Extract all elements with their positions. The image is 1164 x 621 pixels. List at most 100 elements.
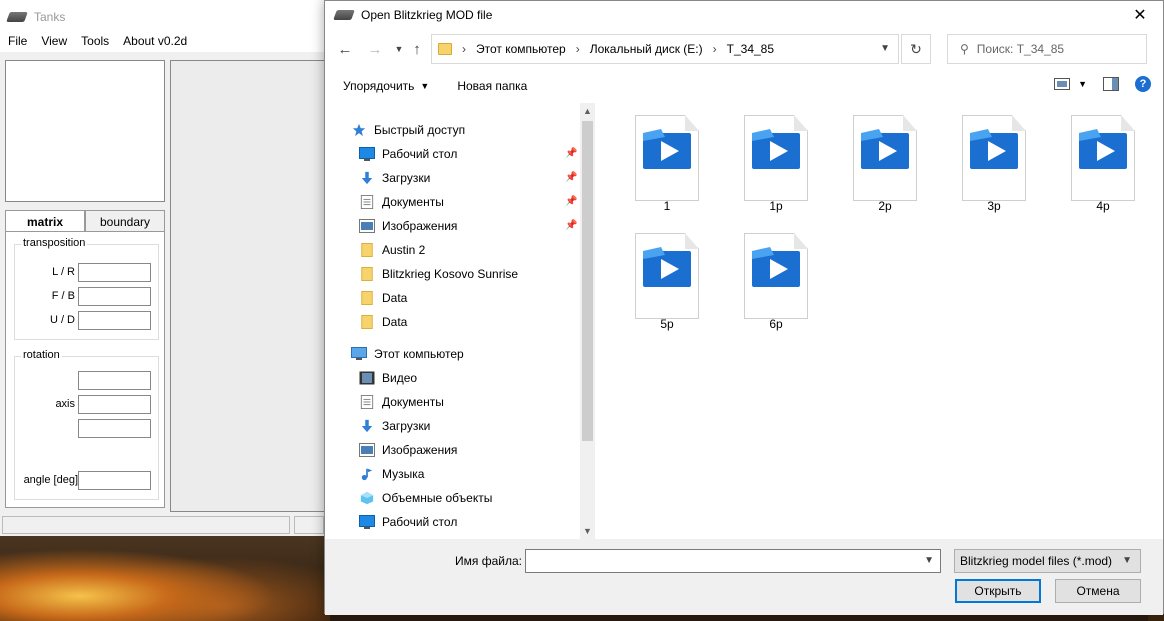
breadcrumb-drive[interactable]: Локальный диск (E:) <box>590 42 703 56</box>
axis-z-input[interactable] <box>78 419 151 438</box>
transposition-group: transposition L / R F / B U / D <box>14 237 159 340</box>
menu-file[interactable]: File <box>8 34 27 52</box>
file-item[interactable]: 5p <box>617 221 707 333</box>
breadcrumb-folder[interactable]: T_34_85 <box>727 42 774 56</box>
view-mode-button[interactable]: ▼ <box>1054 78 1087 90</box>
folder-icon <box>359 291 375 305</box>
breadcrumb-separator-icon: › <box>462 42 466 56</box>
main-viewport[interactable] <box>170 60 329 512</box>
file-item[interactable]: 6p <box>726 221 816 333</box>
file-type-value: Blitzkrieg model files (*.mod) <box>960 554 1113 568</box>
nav-item[interactable]: Загрузки <box>359 167 430 189</box>
pin-icon[interactable]: 📌 <box>565 172 577 183</box>
pictures-icon <box>359 219 375 233</box>
close-icon[interactable]: ✕ <box>1117 1 1163 29</box>
search-input[interactable]: ⚲ Поиск: T_34_85 <box>947 34 1147 64</box>
nav-item[interactable]: Blitzkrieg Kosovo Sunrise <box>359 263 518 285</box>
star-icon <box>352 123 366 137</box>
file-item[interactable]: 1p <box>726 103 816 215</box>
help-icon[interactable]: ? <box>1135 76 1151 92</box>
file-item[interactable]: 3p <box>944 103 1034 215</box>
pin-icon[interactable]: 📌 <box>565 148 577 159</box>
forward-arrow-icon[interactable]: → <box>365 39 385 59</box>
nav-item[interactable]: Рабочий стол <box>359 511 457 533</box>
lr-input[interactable] <box>78 263 151 282</box>
new-folder-button[interactable]: Новая папка <box>443 79 541 93</box>
model-preview[interactable] <box>5 60 165 202</box>
nav-item[interactable]: Изображения <box>359 215 457 237</box>
nav-scrollbar[interactable]: ▲ ▼ <box>580 103 595 539</box>
angle-row: angle [deg] <box>15 471 160 491</box>
desktop-icon <box>359 515 375 529</box>
nav-item[interactable]: Музыка <box>359 463 424 485</box>
tab-matrix[interactable]: matrix <box>5 210 85 232</box>
file-name: 6p <box>769 317 783 331</box>
scroll-up-icon[interactable]: ▲ <box>580 103 595 119</box>
open-button[interactable]: Открыть <box>955 579 1041 603</box>
file-item[interactable]: 2p <box>835 103 925 215</box>
file-item[interactable]: 4p <box>1053 103 1143 215</box>
organize-button[interactable]: Упорядочить ▼ <box>325 79 443 93</box>
nav-label: Быстрый доступ <box>374 123 466 137</box>
scroll-thumb[interactable] <box>582 121 593 441</box>
menu-tools[interactable]: Tools <box>81 34 109 52</box>
tab-strip: matrix boundary <box>5 210 165 232</box>
angle-input[interactable] <box>78 471 151 490</box>
file-type-select[interactable]: Blitzkrieg model files (*.mod) ▼ <box>954 549 1141 573</box>
nav-item[interactable]: Объемные объекты <box>359 487 492 509</box>
tanks-window: Tanks File View Tools About v0.2d matrix… <box>0 0 330 536</box>
breadcrumb-this-pc[interactable]: Этот компьютер <box>476 42 566 56</box>
pictures-icon <box>359 443 375 457</box>
axis-y-row: axis <box>15 395 160 415</box>
nav-this-pc[interactable]: Этот компьютер <box>351 343 464 365</box>
ud-label: U / D <box>49 314 75 326</box>
desktop-background <box>0 536 330 621</box>
file-name: 5p <box>660 317 674 331</box>
new-folder-label: Новая папка <box>457 79 528 93</box>
up-arrow-icon[interactable]: ↑ <box>407 39 427 59</box>
3d-objects-icon <box>359 491 375 505</box>
nav-item[interactable]: Загрузки <box>359 415 430 437</box>
nav-item[interactable]: Изображения <box>359 439 457 461</box>
nav-quick-access[interactable]: Быстрый доступ <box>351 119 465 141</box>
chevron-down-icon[interactable]: ▼ <box>924 555 934 566</box>
axis-y-input[interactable] <box>78 395 151 414</box>
nav-item[interactable]: Документы <box>359 191 444 213</box>
recent-locations-chevron-icon[interactable]: ▼ <box>389 39 409 59</box>
axis-x-input[interactable] <box>78 371 151 390</box>
preview-pane-icon[interactable] <box>1103 77 1119 91</box>
downloads-icon <box>359 171 375 185</box>
file-name: 3p <box>987 199 1001 213</box>
nav-label: Документы <box>382 195 444 209</box>
filename-input[interactable]: ▼ <box>525 549 941 573</box>
breadcrumb-separator-icon: › <box>712 42 717 56</box>
address-bar[interactable]: › Этот компьютер › Локальный диск (E:) ›… <box>431 34 899 64</box>
file-name: 2p <box>878 199 892 213</box>
nav-item[interactable]: Data <box>359 287 407 309</box>
pin-icon[interactable]: 📌 <box>565 220 577 231</box>
back-arrow-icon[interactable]: ← <box>335 39 355 59</box>
fb-input[interactable] <box>78 287 151 306</box>
nav-item[interactable]: Рабочий стол <box>359 143 457 165</box>
menu-about[interactable]: About v0.2d <box>123 34 187 52</box>
nav-item[interactable]: Видео <box>359 367 417 389</box>
transposition-title: transposition <box>21 237 88 249</box>
nav-label: Austin 2 <box>382 243 426 257</box>
refresh-icon[interactable]: ↻ <box>901 34 931 64</box>
pin-icon[interactable]: 📌 <box>565 196 577 207</box>
nav-item[interactable]: Austin 2 <box>359 239 425 261</box>
nav-item[interactable]: Data <box>359 311 407 333</box>
status-cell-1 <box>2 516 290 534</box>
scroll-down-icon[interactable]: ▼ <box>580 523 595 539</box>
ud-input[interactable] <box>78 311 151 330</box>
menu-view[interactable]: View <box>41 34 67 52</box>
file-item[interactable]: 1 <box>617 103 707 215</box>
dialog-title: Open Blitzkrieg MOD file <box>361 8 493 22</box>
cancel-button[interactable]: Отмена <box>1055 579 1141 603</box>
nav-label: Рабочий стол <box>382 147 458 161</box>
nav-item[interactable]: Документы <box>359 391 444 413</box>
nav-label: Data <box>382 291 408 305</box>
nav-label: Музыка <box>382 467 425 481</box>
tab-boundary[interactable]: boundary <box>85 210 165 232</box>
chevron-down-icon[interactable]: ▼ <box>880 43 890 54</box>
